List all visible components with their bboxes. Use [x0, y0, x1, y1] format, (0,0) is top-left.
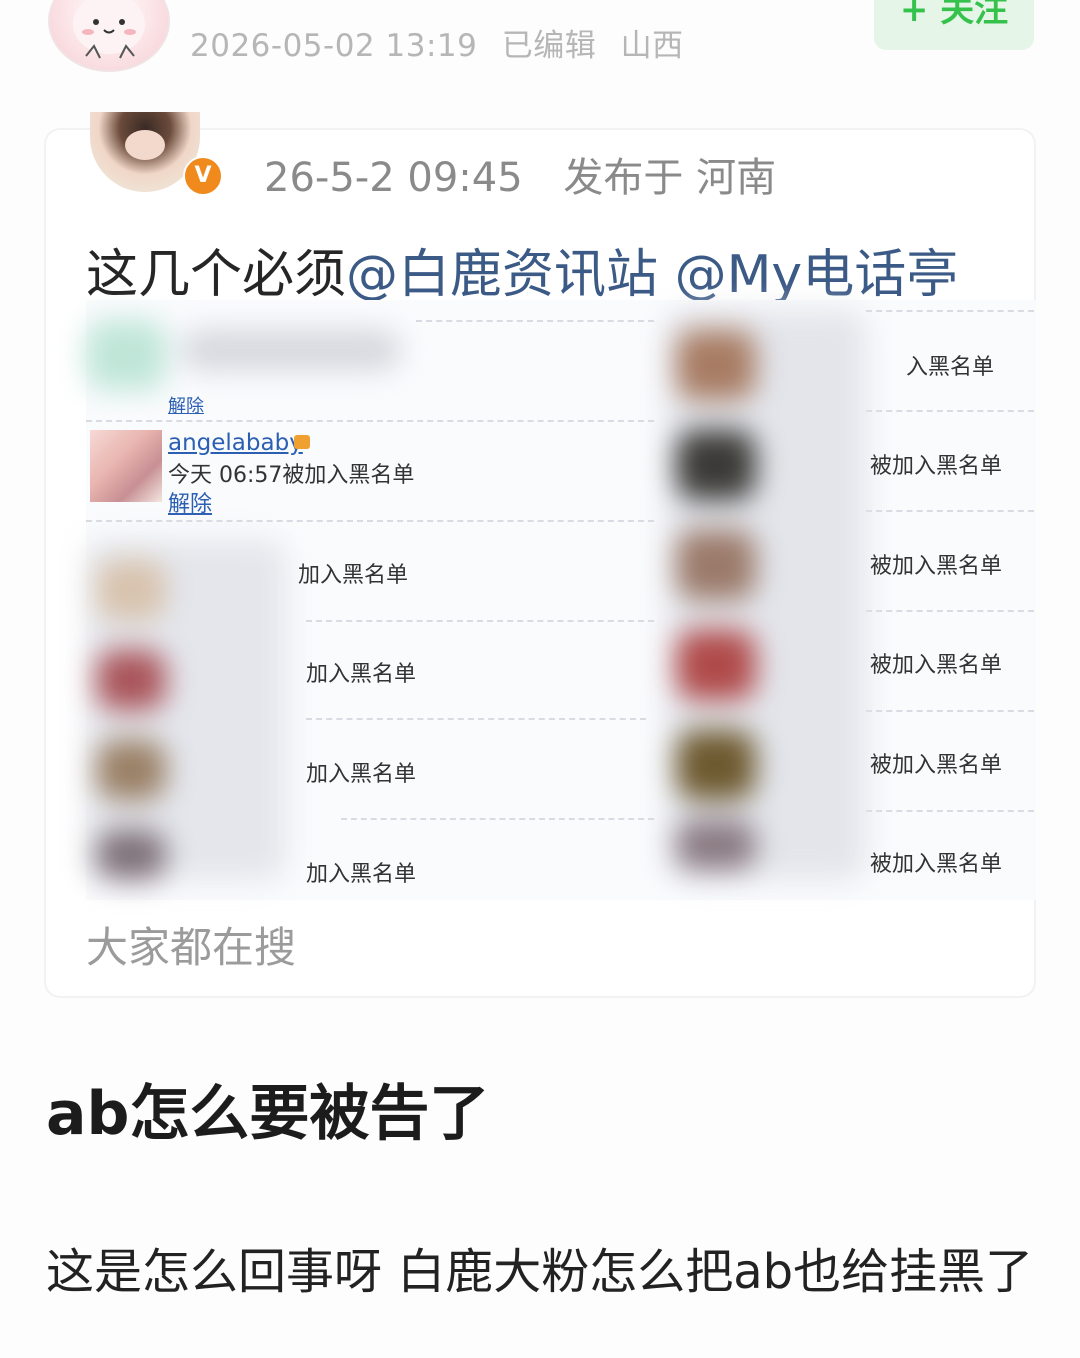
- row-divider: [306, 718, 646, 720]
- row-divider: [306, 620, 654, 622]
- post-title: ab怎么要被告了: [46, 1079, 490, 1149]
- post-meta: 2026-05-02 13:19 已编辑 山西: [190, 20, 698, 65]
- verified-badge-icon: V: [183, 156, 223, 196]
- angelababy-status: 今天 06:57被加入黑名单: [168, 463, 415, 488]
- blacklist-status: 被加入黑名单: [870, 653, 1003, 678]
- blacklist-status: 加入黑名单: [298, 563, 409, 588]
- vip-badge-icon: [294, 435, 310, 449]
- author-avatar[interactable]: [48, 0, 170, 72]
- blacklist-status: 入黑名单: [906, 355, 995, 380]
- blacklist-status: 被加入黑名单: [870, 753, 1003, 778]
- quoted-post-text: 这几个必须@白鹿资讯站 @My电话亭: [86, 232, 958, 307]
- unblock-link[interactable]: 解除: [168, 392, 204, 418]
- row-divider: [341, 818, 654, 820]
- quoted-text-prefix: 这几个必须: [86, 245, 347, 305]
- row-divider: [86, 520, 654, 522]
- angelababy-username[interactable]: angelababy: [168, 430, 303, 456]
- mention-link-1[interactable]: @白鹿资讯站: [346, 245, 658, 305]
- blacklist-status: 被加入黑名单: [870, 554, 1003, 579]
- blacklist-status: 加入黑名单: [306, 862, 417, 887]
- follow-button[interactable]: + 关注: [874, 0, 1034, 50]
- angelababy-unblock-link[interactable]: 解除: [168, 486, 212, 518]
- blurred-entries-left: [86, 530, 306, 890]
- cartoon-face-icon: [73, 0, 145, 59]
- blacklist-screenshot: 解除 angelababy 今天 06:57被加入黑名单 解除 加入黑名单 加入…: [86, 300, 1036, 900]
- row-divider: [866, 510, 1034, 512]
- edited-label: 已编辑: [501, 28, 597, 64]
- trending-search-hint[interactable]: 大家都在搜: [86, 914, 296, 975]
- post-timestamp: 2026-05-02 13:19: [190, 28, 478, 64]
- blacklist-status: 加入黑名单: [306, 762, 417, 787]
- row-divider: [866, 710, 1034, 712]
- blurred-entries-right: [666, 310, 866, 880]
- row-divider: [86, 420, 654, 422]
- post-body: 这是怎么回事呀 白鹿大粉怎么把ab也给挂黑了: [46, 1244, 1034, 1300]
- blacklist-status: 被加入黑名单: [870, 454, 1003, 479]
- quoted-timestamp: 26-5-2 09:45: [264, 155, 523, 201]
- blacklist-status: 被加入黑名单: [870, 852, 1003, 877]
- blurred-entry: [86, 310, 416, 400]
- quoted-post-meta: 26-5-2 09:45 发布于 河南: [264, 145, 804, 203]
- row-divider: [866, 410, 1034, 412]
- row-divider: [866, 610, 1034, 612]
- row-divider: [866, 310, 1034, 312]
- quoted-location: 发布于 河南: [563, 155, 777, 201]
- row-divider: [866, 810, 1034, 812]
- angelababy-avatar[interactable]: [90, 430, 162, 502]
- blacklist-status: 加入黑名单: [306, 662, 417, 687]
- mention-link-2[interactable]: @My电话亭: [675, 245, 959, 305]
- row-divider: [416, 320, 654, 322]
- post-location: 山西: [620, 28, 684, 64]
